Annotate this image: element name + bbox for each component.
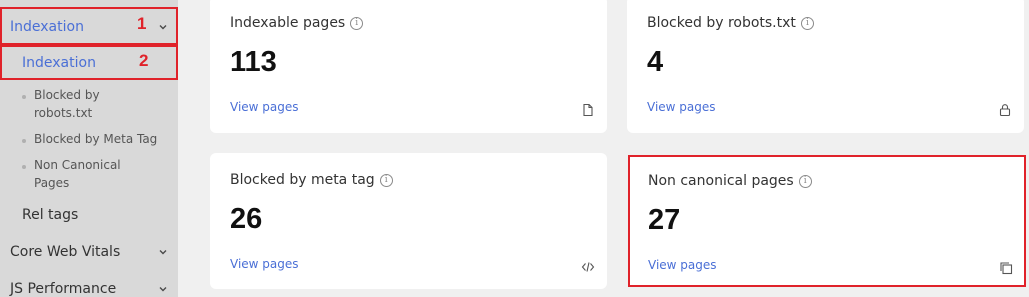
sidebar-item-rel-tags[interactable]: Rel tags	[0, 200, 178, 230]
card-indexable-pages: Indexable pages i 113 View pages	[210, 0, 607, 133]
lock-icon[interactable]	[998, 103, 1012, 117]
annotation-number-1: 1	[137, 14, 147, 33]
card-title: Indexable pages	[230, 15, 346, 31]
sidebar-subitem-label: Indexation	[22, 55, 96, 71]
card-title: Blocked by robots.txt	[647, 15, 796, 31]
sidebar: Indexation 1 Indexation 2 Blocked by rob…	[0, 0, 178, 297]
view-pages-link[interactable]: View pages	[648, 258, 717, 272]
card-title-row: Non canonical pages i	[648, 173, 812, 189]
info-icon[interactable]: i	[798, 174, 812, 188]
copy-icon[interactable]	[999, 261, 1013, 275]
info-icon[interactable]: i	[350, 16, 364, 30]
chevron-down-icon	[159, 250, 167, 255]
sidebar-subitem-indexation[interactable]: Indexation	[0, 46, 178, 80]
sidebar-leaf-label: Blocked by Meta Tag	[34, 132, 158, 146]
chevron-down-icon	[159, 25, 167, 30]
info-icon[interactable]: i	[379, 173, 393, 187]
sidebar-leaf-blocked-robots[interactable]: Blocked by robots.txt	[0, 86, 178, 122]
card-blocked-meta: Blocked by meta tag i 26 View pages	[210, 153, 607, 289]
code-icon[interactable]	[581, 260, 595, 274]
card-value: 113	[230, 46, 277, 78]
bullet-dot	[22, 139, 26, 143]
annotation-number-2: 2	[139, 51, 149, 70]
card-value: 4	[647, 46, 664, 78]
sidebar-item-indexation[interactable]: Indexation	[0, 8, 178, 46]
sidebar-item-label: Indexation	[10, 19, 84, 35]
sidebar-leaf-non-canonical[interactable]: Non Canonical Pages	[0, 156, 178, 192]
card-title: Blocked by meta tag	[230, 172, 375, 188]
sidebar-item-label: JS Performance	[10, 281, 117, 297]
file-icon[interactable]	[581, 103, 595, 117]
card-blocked-robots: Blocked by robots.txt i 4 View pages	[627, 0, 1024, 133]
sidebar-leaf-label: Non Canonical Pages	[34, 158, 121, 190]
view-pages-link[interactable]: View pages	[647, 100, 716, 114]
view-pages-link[interactable]: View pages	[230, 100, 299, 114]
card-title-row: Blocked by meta tag i	[230, 172, 393, 188]
chevron-down-icon	[159, 287, 167, 292]
info-icon[interactable]: i	[800, 16, 814, 30]
card-title-row: Blocked by robots.txt i	[647, 15, 814, 31]
sidebar-leaf-blocked-meta[interactable]: Blocked by Meta Tag	[0, 130, 178, 148]
card-non-canonical: Non canonical pages i 27 View pages	[628, 155, 1026, 287]
card-value: 27	[648, 204, 681, 236]
card-title: Non canonical pages	[648, 173, 794, 189]
sidebar-leaf-label: Blocked by robots.txt	[34, 88, 100, 120]
card-title-row: Indexable pages i	[230, 15, 364, 31]
sidebar-item-label: Core Web Vitals	[10, 244, 121, 260]
bullet-dot	[22, 165, 26, 169]
bullet-dot	[22, 95, 26, 99]
sidebar-item-core-web-vitals[interactable]: Core Web Vitals	[0, 233, 178, 271]
sidebar-item-js-performance[interactable]: JS Performance	[0, 270, 178, 297]
sidebar-item-label: Rel tags	[22, 207, 79, 223]
card-value: 26	[230, 203, 263, 235]
view-pages-link[interactable]: View pages	[230, 257, 299, 271]
